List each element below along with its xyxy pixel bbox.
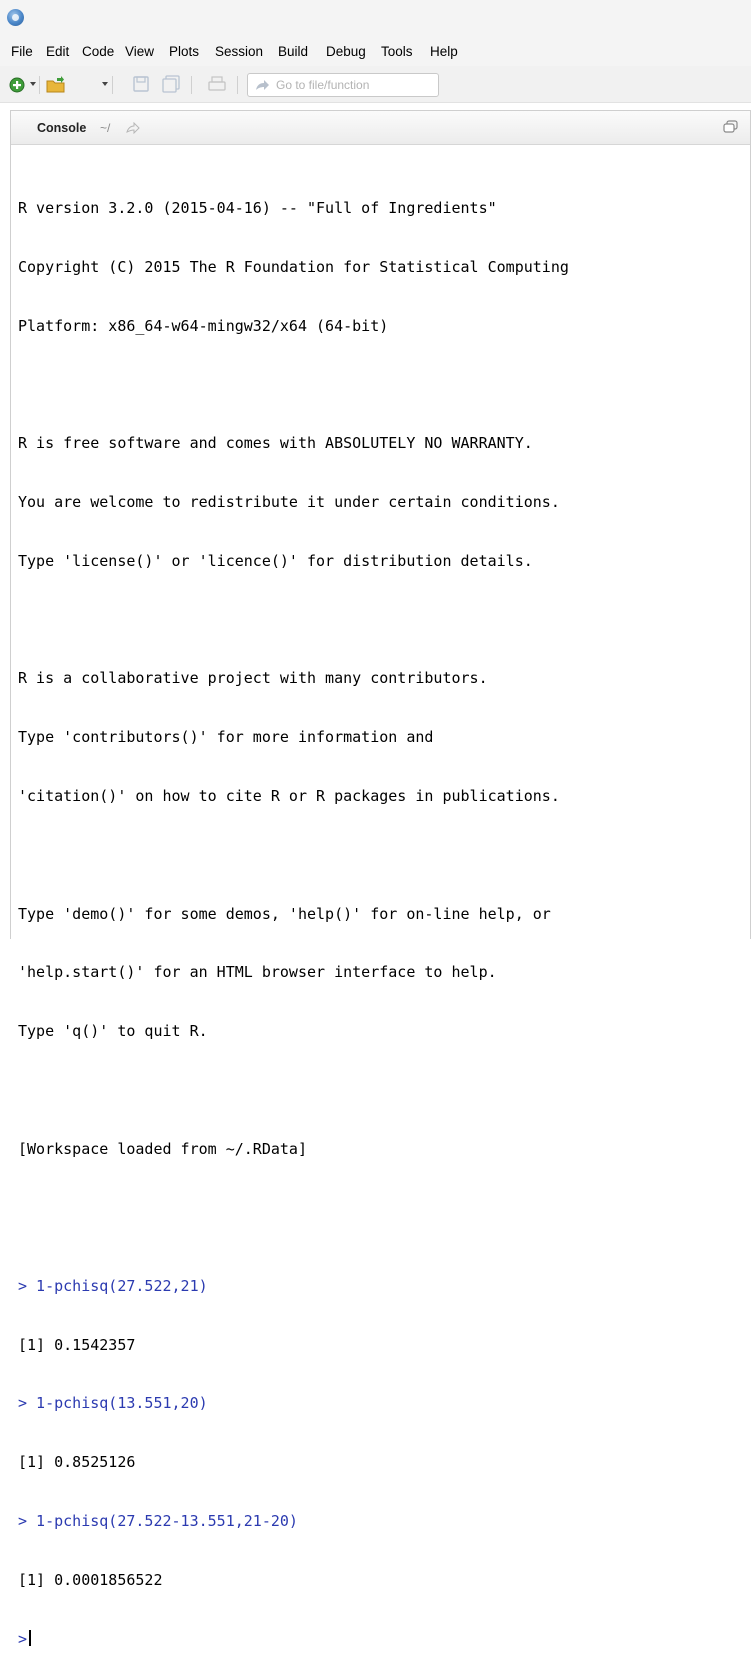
console-result: [1] 0.1542357 bbox=[18, 1335, 136, 1354]
go-to-directory-icon[interactable] bbox=[126, 121, 140, 139]
console-command: > 1-pchisq(13.551,20) bbox=[18, 1394, 208, 1413]
console-line: Type 'license()' or 'licence()' for dist… bbox=[18, 551, 533, 570]
console-command: > 1-pchisq(27.522-13.551,21-20) bbox=[18, 1511, 298, 1530]
go-to-file-placeholder: Go to file/function bbox=[276, 78, 370, 92]
print-icon[interactable] bbox=[207, 75, 226, 93]
console-output[interactable]: R version 3.2.0 (2015-04-16) -- "Full of… bbox=[18, 160, 746, 1669]
go-to-file-input[interactable]: Go to file/function bbox=[247, 73, 439, 97]
maximize-pane-icon[interactable] bbox=[723, 120, 739, 139]
toolbar-separator bbox=[191, 76, 192, 94]
rstudio-app-icon[interactable] bbox=[7, 9, 24, 26]
menu-tools[interactable]: Tools bbox=[381, 44, 413, 59]
menu-bar: File Edit Code View Plots Session Build … bbox=[0, 38, 751, 66]
menu-help[interactable]: Help bbox=[430, 44, 458, 59]
console-line: R is a collaborative project with many c… bbox=[18, 669, 488, 688]
save-icon[interactable] bbox=[132, 75, 150, 93]
menu-file[interactable]: File bbox=[11, 44, 33, 59]
console-tab[interactable]: Console bbox=[37, 121, 86, 135]
workspace-loaded-message: [Workspace loaded from ~/.RData] bbox=[18, 1139, 307, 1158]
menu-build[interactable]: Build bbox=[278, 44, 308, 59]
working-directory[interactable]: ~/ bbox=[100, 121, 110, 135]
new-file-dropdown-icon[interactable] bbox=[30, 82, 36, 86]
console-line: Platform: x86_64-w64-mingw32/x64 (64-bit… bbox=[18, 316, 389, 335]
console-pane-header: Console ~/ bbox=[11, 111, 750, 145]
menu-view[interactable]: View bbox=[125, 44, 154, 59]
console-line: You are welcome to redistribute it under… bbox=[18, 493, 560, 512]
save-all-icon[interactable] bbox=[162, 75, 180, 93]
console-line: Type 'demo()' for some demos, 'help()' f… bbox=[18, 904, 551, 923]
console-line: R is free software and comes with ABSOLU… bbox=[18, 434, 533, 453]
open-dropdown-icon[interactable] bbox=[102, 82, 108, 86]
toolbar-separator bbox=[237, 76, 238, 94]
console-line: 'help.start()' for an HTML browser inter… bbox=[18, 963, 497, 982]
title-bar bbox=[0, 0, 751, 38]
console-command: > 1-pchisq(27.522,21) bbox=[18, 1276, 208, 1295]
console-prompt-line[interactable]: > bbox=[18, 1629, 746, 1650]
menu-plots[interactable]: Plots bbox=[169, 44, 199, 59]
menu-edit[interactable]: Edit bbox=[46, 44, 69, 59]
go-to-arrow-icon bbox=[254, 78, 270, 97]
toolbar-separator bbox=[39, 76, 40, 94]
open-folder-icon[interactable] bbox=[45, 75, 65, 93]
console-line: Copyright (C) 2015 The R Foundation for … bbox=[18, 257, 569, 276]
console-line: R version 3.2.0 (2015-04-16) -- "Full of… bbox=[18, 199, 497, 218]
new-file-icon[interactable] bbox=[8, 75, 26, 93]
console-line: 'citation()' on how to cite R or R packa… bbox=[18, 787, 560, 805]
toolbar: Go to file/function bbox=[0, 66, 751, 103]
menu-session[interactable]: Session bbox=[215, 44, 263, 59]
console-line: Type 'contributors()' for more informati… bbox=[18, 728, 434, 747]
console-result: [1] 0.0001856522 bbox=[18, 1570, 163, 1589]
console-result: [1] 0.8525126 bbox=[18, 1453, 136, 1472]
console-prompt: > bbox=[18, 1629, 28, 1648]
text-cursor bbox=[29, 1629, 32, 1646]
console-line: Type 'q()' to quit R. bbox=[18, 1022, 208, 1041]
menu-code[interactable]: Code bbox=[82, 44, 114, 59]
menu-debug[interactable]: Debug bbox=[326, 44, 366, 59]
toolbar-separator bbox=[112, 76, 113, 94]
